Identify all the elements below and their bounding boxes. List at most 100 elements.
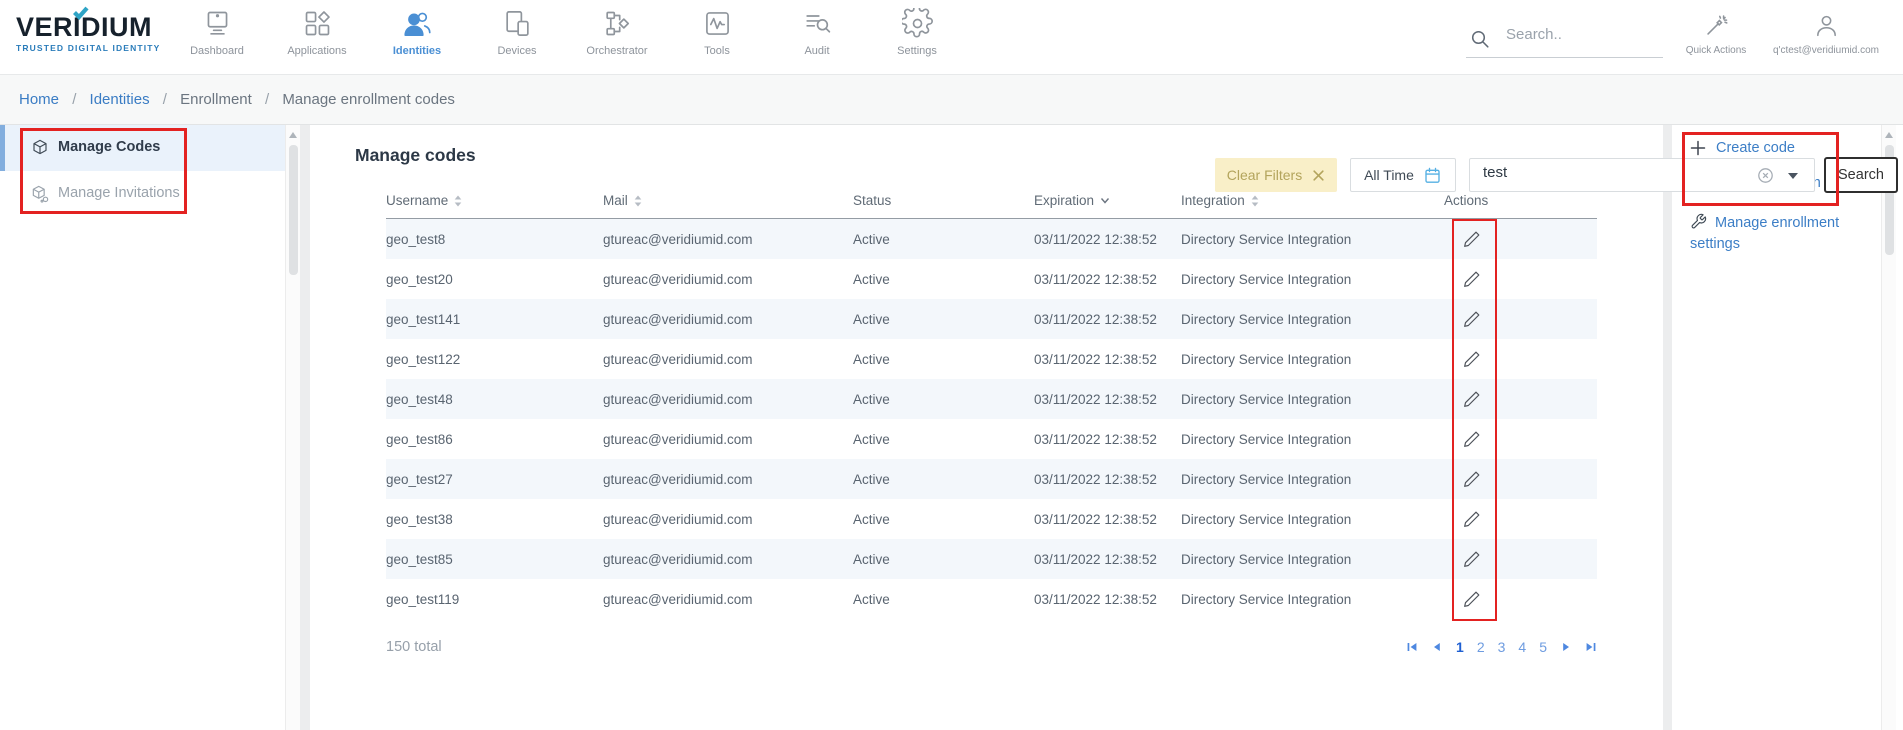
audit-icon [802, 8, 833, 39]
breadcrumb-identities[interactable]: Identities [90, 91, 150, 108]
user-icon [1813, 12, 1840, 39]
table-row: geo_test119 gtureac@veridiumid.com Activ… [386, 579, 1597, 619]
manage-codes-panel: Manage codes Username Mail Status Expira… [310, 125, 1663, 730]
cell-mail: gtureac@veridiumid.com [603, 272, 753, 287]
cell-username: geo_test85 [386, 552, 453, 567]
table-search-input[interactable] [1483, 164, 1753, 181]
cell-mail: gtureac@veridiumid.com [603, 352, 753, 367]
search-icon [1468, 27, 1492, 51]
edit-pencil-icon[interactable] [1460, 348, 1484, 372]
page-number[interactable]: 2 [1477, 639, 1485, 655]
cell-mail: gtureac@veridiumid.com [603, 552, 753, 567]
time-range-filter[interactable]: All Time [1350, 158, 1456, 192]
edit-pencil-icon[interactable] [1460, 388, 1484, 412]
cell-expiration: 03/11/2022 12:38:52 [1034, 352, 1157, 367]
cell-integration: Directory Service Integration [1181, 392, 1351, 407]
nav-item-orchestrator[interactable]: Orchestrator [567, 8, 667, 57]
brand-name: VERIDIUM [16, 12, 176, 42]
previous-page-icon[interactable] [1431, 641, 1443, 653]
table-row: geo_test38 gtureac@veridiumid.com Active… [386, 499, 1597, 539]
edit-pencil-icon[interactable] [1460, 228, 1484, 252]
edit-pencil-icon[interactable] [1460, 508, 1484, 532]
search-button[interactable]: Search [1824, 157, 1898, 193]
table-row: geo_test20 gtureac@veridiumid.com Active… [386, 259, 1597, 299]
edit-pencil-icon[interactable] [1460, 548, 1484, 572]
cell-expiration: 03/11/2022 12:38:52 [1034, 592, 1157, 607]
nav-item-label: Tools [704, 45, 730, 57]
edit-pencil-icon[interactable] [1460, 588, 1484, 612]
cell-username: geo_test20 [386, 272, 453, 287]
last-page-icon[interactable] [1585, 641, 1597, 653]
scrollbar-thumb[interactable] [289, 145, 298, 275]
sort-both-icon [454, 195, 462, 207]
clear-input-icon[interactable] [1757, 167, 1774, 184]
right-panel-scrollbar [1881, 125, 1896, 730]
cell-mail: gtureac@veridiumid.com [603, 232, 753, 247]
create-code-link[interactable]: Create code [1690, 140, 1795, 156]
nav-item-settings[interactable]: Settings [867, 8, 967, 57]
search-input[interactable] [1506, 26, 1656, 43]
edit-pencil-icon[interactable] [1460, 268, 1484, 292]
edit-pencil-icon[interactable] [1460, 428, 1484, 452]
cell-expiration: 03/11/2022 12:38:52 [1034, 232, 1157, 247]
sidebar-item-manage-codes[interactable]: Manage Codes [0, 125, 285, 171]
chevron-down-icon[interactable] [1788, 173, 1798, 179]
codes-table: Username Mail Status Expiration Integrat… [386, 187, 1597, 619]
user-menu[interactable]: q'ctest@veridiumid.com [1756, 12, 1896, 56]
nav-item-audit[interactable]: Audit [767, 8, 867, 57]
table-row: geo_test122 gtureac@veridiumid.com Activ… [386, 339, 1597, 379]
veridium-logo[interactable]: VERIDIUM TRUSTED DIGITAL IDENTITY [16, 12, 176, 53]
nav-item-devices[interactable]: Devices [467, 8, 567, 57]
total-count: 150 total [386, 639, 442, 655]
column-header-username[interactable]: Username [386, 193, 462, 208]
sidebar-item-manage-invitations[interactable]: Manage Invitations [0, 171, 285, 217]
applications-icon [302, 8, 333, 39]
calendar-icon [1423, 166, 1442, 185]
sidebar-item-label: Manage Codes [58, 139, 160, 155]
column-label: Mail [603, 193, 628, 208]
column-header-integration[interactable]: Integration [1181, 193, 1259, 208]
cell-integration: Directory Service Integration [1181, 592, 1351, 607]
page-number[interactable]: 3 [1498, 639, 1506, 655]
nav-item-tools[interactable]: Tools [667, 8, 767, 57]
nav-item-identities[interactable]: Identities [367, 8, 467, 57]
cell-username: geo_test38 [386, 512, 453, 527]
table-search-field [1469, 158, 1815, 192]
column-header-mail[interactable]: Mail [603, 193, 642, 208]
nav-item-dashboard[interactable]: Dashboard [167, 8, 267, 57]
manage-enrollment-settings-link[interactable]: Manage enrollment settings [1690, 213, 1862, 255]
edit-pencil-icon[interactable] [1460, 468, 1484, 492]
top-navigation-bar: VERIDIUM TRUSTED DIGITAL IDENTITY Dashbo… [0, 0, 1903, 75]
first-page-icon[interactable] [1406, 641, 1418, 653]
column-header-expiration[interactable]: Expiration [1034, 193, 1110, 208]
pagination: 1 2 3 4 5 [1406, 639, 1597, 655]
cell-status: Active [853, 552, 890, 567]
clear-filters-label: Clear Filters [1227, 167, 1302, 183]
page-number[interactable]: 4 [1518, 639, 1526, 655]
cell-status: Active [853, 272, 890, 287]
next-page-icon[interactable] [1560, 641, 1572, 653]
table-row: geo_test85 gtureac@veridiumid.com Active… [386, 539, 1597, 579]
page-number[interactable]: 1 [1456, 639, 1464, 655]
monitor-icon [202, 8, 233, 39]
cell-username: geo_test122 [386, 352, 460, 367]
nav-item-applications[interactable]: Applications [267, 8, 367, 57]
table-row: geo_test48 gtureac@veridiumid.com Active… [386, 379, 1597, 419]
table-row: geo_test8 gtureac@veridiumid.com Active … [386, 219, 1597, 259]
quick-actions-button[interactable]: Quick Actions [1670, 12, 1762, 56]
edit-pencil-icon[interactable] [1460, 308, 1484, 332]
breadcrumb-home[interactable]: Home [19, 91, 59, 108]
page-number[interactable]: 5 [1539, 639, 1547, 655]
nav-item-label: Audit [804, 45, 829, 57]
page-title: Manage codes [355, 145, 476, 166]
cell-expiration: 03/11/2022 12:38:52 [1034, 472, 1157, 487]
close-icon [1312, 169, 1325, 182]
clear-filters-button[interactable]: Clear Filters [1215, 158, 1337, 192]
scroll-up-arrow-icon[interactable] [289, 132, 297, 138]
table-body: geo_test8 gtureac@veridiumid.com Active … [386, 219, 1597, 619]
tools-icon [702, 8, 733, 39]
main-nav: Dashboard Applications Identities Device… [167, 8, 967, 57]
brand-tagline: TRUSTED DIGITAL IDENTITY [16, 43, 176, 53]
cell-integration: Directory Service Integration [1181, 552, 1351, 567]
scroll-up-arrow-icon[interactable] [1885, 132, 1893, 138]
